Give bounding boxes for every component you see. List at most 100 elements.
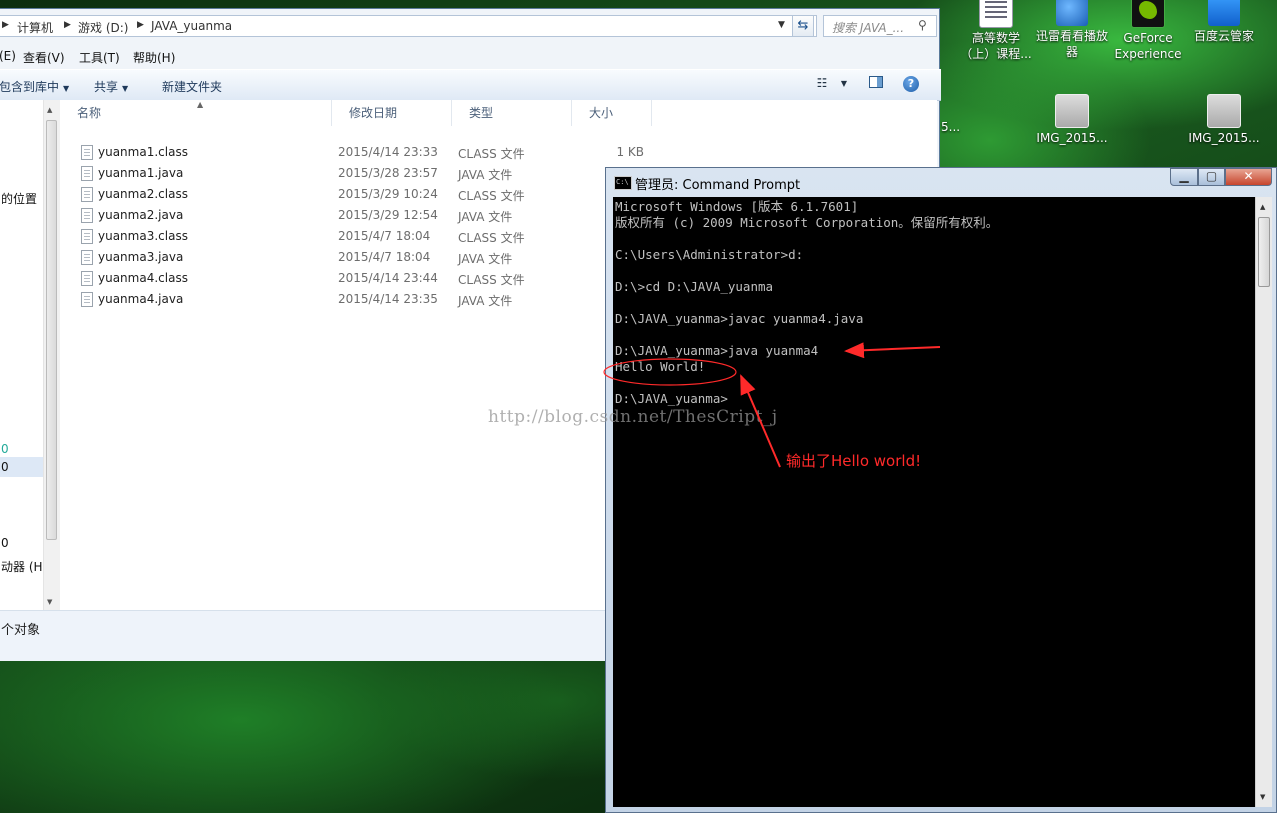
- column-header-date[interactable]: 修改日期: [332, 100, 452, 126]
- desktop-icon-geforce[interactable]: GeForce Experience: [1110, 0, 1186, 62]
- new-folder-button[interactable]: 新建文件夹: [162, 78, 222, 95]
- desktop-icon-label: GeForce Experience: [1114, 31, 1182, 61]
- file-date: 2015/4/14 23:44: [338, 271, 438, 285]
- desktop-icon-img1[interactable]: IMG_2015...: [1034, 94, 1110, 146]
- nav-item-indicator: 0: [1, 442, 9, 456]
- console-line: Microsoft Windows [版本 6.1.7601]: [615, 199, 859, 214]
- help-icon[interactable]: ?: [903, 76, 919, 92]
- maximize-button[interactable]: ▢: [1198, 168, 1225, 186]
- desktop-partial-label: 5...: [941, 120, 961, 134]
- menu-view[interactable]: 查看(V): [23, 49, 65, 66]
- chevron-down-icon[interactable]: ▼: [778, 20, 785, 30]
- annotation-label: 输出了Hello world!: [786, 452, 922, 470]
- console-line: D:\>cd D:\JAVA_yuanma: [615, 279, 774, 294]
- breadcrumb-computer[interactable]: 计算机: [17, 19, 53, 36]
- console-output[interactable]: Microsoft Windows [版本 6.1.7601] 版权所有 (c)…: [613, 197, 1255, 807]
- watermark: http://blog.csdn.net/ThesCript_j: [488, 407, 778, 427]
- column-date-label: 修改日期: [349, 106, 398, 120]
- nav-scrollbar[interactable]: ▲ ▼: [43, 100, 60, 610]
- menu-help[interactable]: 帮助(H): [133, 49, 175, 66]
- column-name-label: 名称: [77, 106, 102, 120]
- close-button[interactable]: ✕: [1225, 168, 1272, 186]
- file-name: yuanma4.class: [98, 271, 188, 285]
- column-header-name[interactable]: 名称 ▲: [60, 100, 332, 126]
- search-input[interactable]: 搜索 JAVA_... ⚲: [823, 15, 937, 37]
- maximize-icon: ▢: [1205, 169, 1218, 183]
- file-icon: [81, 145, 93, 160]
- file-type: JAVA 文件: [458, 294, 513, 308]
- column-header-type[interactable]: 类型: [452, 100, 572, 126]
- preview-pane-icon: [869, 76, 883, 88]
- command-bar: 包含到库中 ▼ 共享 ▼ 新建文件夹 ☷ ▼ ?: [0, 69, 941, 101]
- search-icon[interactable]: ⚲: [918, 18, 927, 32]
- refresh-icon: ⇆: [797, 18, 809, 33]
- file-type: JAVA 文件: [458, 210, 513, 224]
- file-type: CLASS 文件: [458, 273, 525, 287]
- breadcrumb-folder[interactable]: JAVA_yuanma: [151, 19, 232, 33]
- view-options-button[interactable]: ☷: [811, 76, 833, 94]
- file-date: 2015/3/28 23:57: [338, 166, 438, 180]
- column-type-label: 类型: [469, 106, 494, 120]
- share-button[interactable]: 共享 ▼: [94, 78, 128, 95]
- desktop-icon-label: IMG_2015...: [1036, 131, 1108, 145]
- desktop-icon-math[interactable]: 高等数学（上）课程...: [958, 0, 1034, 62]
- minimize-button[interactable]: ▁: [1170, 168, 1198, 186]
- document-icon: [979, 0, 1013, 28]
- console-app-icon[interactable]: C:\: [614, 176, 632, 190]
- desktop-icon-label: 迅雷看看播放器: [1035, 29, 1108, 59]
- scrollbar-thumb[interactable]: [46, 120, 57, 540]
- refresh-button[interactable]: ⇆: [792, 15, 814, 37]
- file-date: 2015/4/14 23:33: [338, 145, 438, 159]
- menu-edit[interactable]: (E): [0, 49, 16, 63]
- window-title: 管理员: Command Prompt: [635, 178, 801, 193]
- geforce-icon: [1131, 0, 1165, 28]
- file-name: yuanma1.class: [98, 145, 188, 159]
- preview-pane-button[interactable]: [865, 76, 887, 94]
- file-icon: [81, 208, 93, 223]
- file-name: yuanma2.class: [98, 187, 188, 201]
- close-icon: ✕: [1243, 169, 1254, 183]
- file-date: 2015/4/14 23:35: [338, 292, 438, 306]
- column-size-label: 大小: [589, 106, 614, 120]
- minimize-icon: ▁: [1179, 169, 1189, 183]
- chevron-right-icon[interactable]: ▶: [64, 20, 71, 30]
- console-line: C:\Users\Administrator>d:: [615, 247, 804, 262]
- desktop-icon-img2[interactable]: IMG_2015...: [1186, 94, 1262, 146]
- file-name: yuanma3.java: [98, 250, 184, 264]
- file-name: yuanma1.java: [98, 166, 184, 180]
- desktop-icon-baidu[interactable]: 百度云管家: [1186, 0, 1262, 44]
- file-icon: [81, 292, 93, 307]
- nav-item-indicator: 0: [1, 460, 9, 474]
- file-icon: [81, 187, 93, 202]
- file-name: yuanma4.java: [98, 292, 184, 306]
- breadcrumb-drive[interactable]: 游戏 (D:): [78, 19, 128, 36]
- column-header-size[interactable]: 大小: [572, 100, 652, 126]
- file-type: JAVA 文件: [458, 168, 513, 182]
- scroll-up-icon[interactable]: ▲: [1260, 203, 1265, 211]
- file-date: 2015/3/29 12:54: [338, 208, 438, 222]
- view-dropdown-button[interactable]: ▼: [833, 79, 855, 97]
- image-file-icon: [1055, 94, 1089, 128]
- file-icon: [81, 271, 93, 286]
- desktop-icon-label: IMG_2015...: [1188, 131, 1260, 145]
- desktop-icon-label: 高等数学（上）课程...: [960, 31, 1032, 61]
- file-name: yuanma3.class: [98, 229, 188, 243]
- nav-item-location[interactable]: 的位置: [1, 190, 37, 207]
- console-line: D:\JAVA_yuanma>javac yuanma4.java: [615, 311, 864, 326]
- console-scrollbar[interactable]: ▲ ▼: [1255, 197, 1272, 807]
- table-row[interactable]: yuanma1.class 2015/4/14 23:33 CLASS 文件 1…: [60, 142, 937, 163]
- file-type: CLASS 文件: [458, 189, 525, 203]
- scrollbar-thumb[interactable]: [1258, 217, 1270, 287]
- scroll-down-icon[interactable]: ▼: [1260, 793, 1265, 801]
- desktop-icon-xunlei[interactable]: 迅雷看看播放器: [1034, 0, 1110, 60]
- menu-tools[interactable]: 工具(T): [79, 49, 120, 66]
- scroll-up-icon[interactable]: ▲: [47, 106, 52, 114]
- include-in-library-button[interactable]: 包含到库中 ▼: [0, 78, 69, 95]
- file-name: yuanma2.java: [98, 208, 184, 222]
- sort-ascending-icon: ▲: [197, 100, 204, 109]
- chevron-right-icon[interactable]: ▶: [2, 20, 9, 30]
- scroll-down-icon[interactable]: ▼: [47, 598, 52, 606]
- chevron-right-icon[interactable]: ▶: [137, 20, 144, 30]
- console-line-output: Hello World!: [615, 359, 706, 374]
- address-field[interactable]: ▶ 计算机 ▶ 游戏 (D:) ▶ JAVA_yuanma ▼: [0, 15, 817, 37]
